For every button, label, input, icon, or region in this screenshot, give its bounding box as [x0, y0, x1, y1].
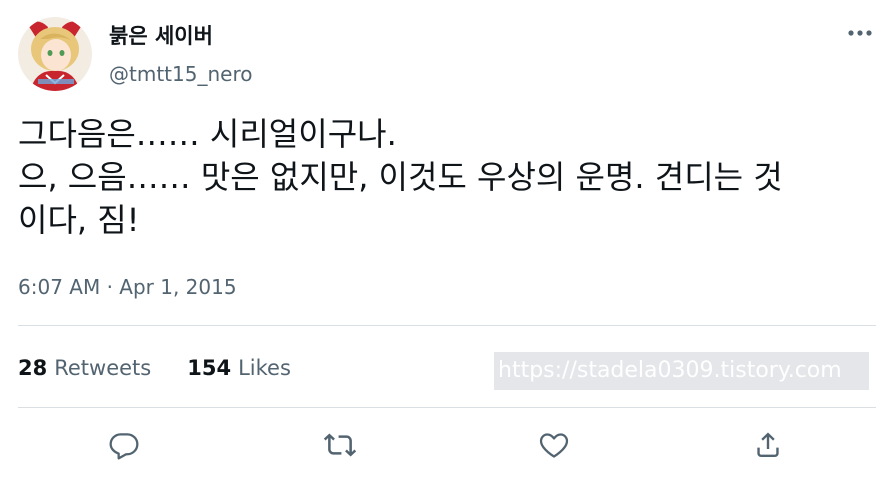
heart-icon: [539, 433, 569, 458]
share-button[interactable]: [748, 425, 788, 465]
share-icon: [757, 432, 779, 457]
divider: [18, 325, 876, 326]
watermark: https://stadela0309.tistory.com: [494, 352, 869, 390]
reply-icon: [109, 433, 139, 460]
likes-label: Likes: [238, 356, 291, 380]
more-options-button[interactable]: [838, 16, 882, 50]
tweet-text: 그다음은…… 시리얼이구나. 으, 으음…… 맛은 없지만, 이것도 우상의 운…: [18, 113, 878, 242]
reply-button[interactable]: [104, 425, 144, 465]
tweet-line: 으, 으음…… 맛은 없지만, 이것도 우상의 운명. 견디는 것: [18, 158, 783, 196]
likes-count: 154: [187, 356, 232, 380]
engagement-stats: 28 Retweets 154 Likes: [18, 353, 291, 383]
username-handle[interactable]: @tmtt15_nero: [109, 60, 252, 88]
tweet-timestamp[interactable]: 6:07 AM · Apr 1, 2015: [18, 273, 237, 301]
avatar-image: [18, 17, 92, 91]
tweet-line: 이다, 짐!: [18, 201, 140, 239]
retweet-button[interactable]: [320, 425, 360, 465]
like-button[interactable]: [534, 425, 574, 465]
retweets-count: 28: [18, 356, 48, 380]
likes-stat[interactable]: 154 Likes: [187, 353, 291, 383]
retweets-label: Retweets: [54, 356, 152, 380]
more-options-icon: [848, 30, 872, 36]
divider: [18, 407, 876, 408]
retweet-icon: [323, 433, 357, 457]
avatar[interactable]: [18, 17, 92, 91]
display-name[interactable]: 붉은 세이버: [109, 22, 213, 50]
retweets-stat[interactable]: 28 Retweets: [18, 353, 151, 383]
tweet-line: 그다음은…… 시리얼이구나.: [18, 115, 397, 153]
